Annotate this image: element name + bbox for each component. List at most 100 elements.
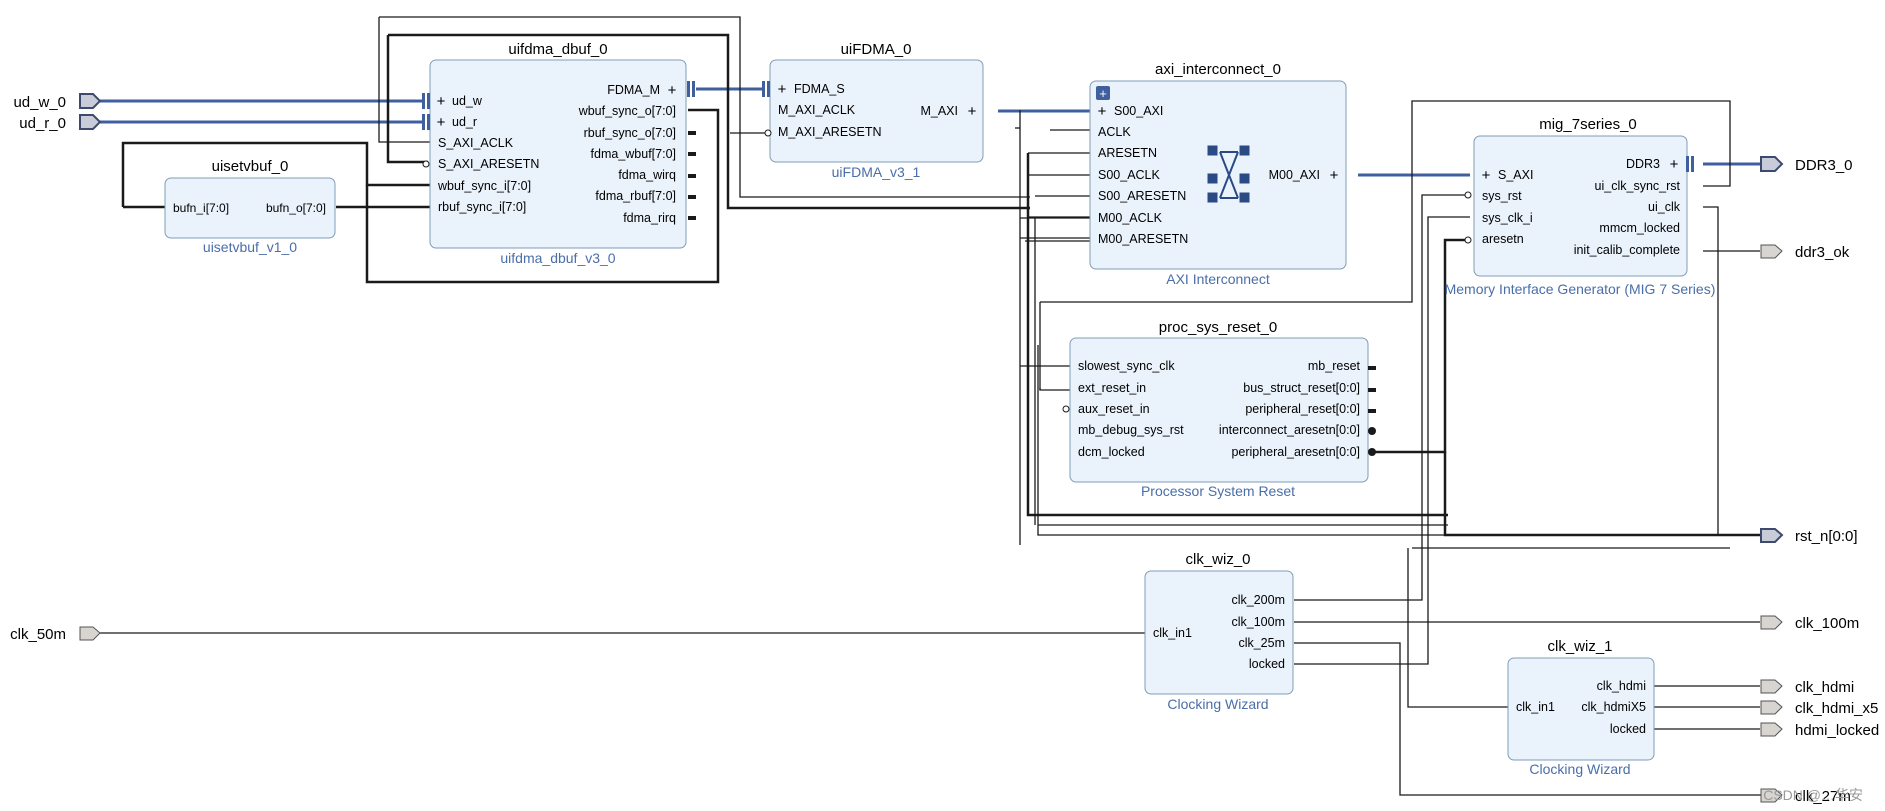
block-uifdma-dbuf[interactable]: uifdma_dbuf_0 ud_w ud_r S_AXI_ACLK S_AXI… xyxy=(429,41,687,266)
pin-label: ACLK xyxy=(1098,125,1131,139)
plus-icon[interactable]: + xyxy=(1098,103,1107,120)
port-rst-n[interactable]: rst_n[0:0] xyxy=(1760,528,1858,545)
plus-icon[interactable]: + xyxy=(437,93,446,110)
port-label-ud-w-0: ud_w_0 xyxy=(13,94,66,111)
port-label-ud-r-0: ud_r_0 xyxy=(19,115,66,132)
block-title: clk_wiz_0 xyxy=(1185,551,1250,568)
plus-icon[interactable]: + xyxy=(1670,156,1679,173)
pin-label: S00_ARESETN xyxy=(1098,189,1186,203)
pin-label: rbuf_sync_i[7:0] xyxy=(438,200,526,214)
pin-label: ext_reset_in xyxy=(1078,381,1146,395)
block-type: uifdma_dbuf_v3_0 xyxy=(500,250,615,266)
pin-label: clk_100m xyxy=(1232,615,1286,629)
port-label-clk-hdmi-x5: clk_hdmi_x5 xyxy=(1795,700,1878,717)
block-type: Memory Interface Generator (MIG 7 Series… xyxy=(1445,281,1716,297)
watermark: CSDN @…华安 xyxy=(1763,787,1863,803)
pin-label: bus_struct_reset[0:0] xyxy=(1243,381,1360,395)
port-ddr3-ok[interactable]: ddr3_ok xyxy=(1760,244,1850,261)
port-ud-w-0[interactable]: ud_w_0 xyxy=(13,93,102,111)
pin-label: S_AXI_ACLK xyxy=(438,136,514,150)
plus-icon[interactable]: + xyxy=(968,103,977,120)
pin-label: M00_ARESETN xyxy=(1098,232,1188,246)
plus-icon: + xyxy=(1099,86,1107,101)
block-type: Processor System Reset xyxy=(1141,483,1295,499)
port-label-hdmi-locked: hdmi_locked xyxy=(1795,722,1879,739)
pin-label: M00_ACLK xyxy=(1098,211,1163,225)
port-clk-hdmi[interactable]: clk_hdmi xyxy=(1760,679,1854,696)
pin-label: wbuf_sync_o[7:0] xyxy=(578,104,676,118)
pin-label: S00_ACLK xyxy=(1098,168,1161,182)
block-type: AXI Interconnect xyxy=(1166,271,1270,287)
port-clk-50m[interactable]: clk_50m xyxy=(10,626,101,643)
pin-label: bufn_o[7:0] xyxy=(266,201,326,215)
plus-icon[interactable]: + xyxy=(668,82,677,99)
pin-label: FDMA_M xyxy=(607,83,660,97)
block-type: Clocking Wizard xyxy=(1167,696,1268,712)
pin-label: fdma_wirq xyxy=(618,168,676,182)
block-uisetvbuf[interactable]: uisetvbuf_0 bufn_i[7:0] bufn_o[7:0] uise… xyxy=(164,158,336,255)
pin-label: aresetn xyxy=(1482,232,1524,246)
port-label-clk-50m: clk_50m xyxy=(10,626,66,643)
pin-label: ARESETN xyxy=(1098,146,1157,160)
pin-label: mb_reset xyxy=(1308,359,1361,373)
pin-label: sys_clk_i xyxy=(1482,211,1533,225)
pin-label: clk_hdmi xyxy=(1597,679,1646,693)
pin-label: interconnect_aresetn[0:0] xyxy=(1219,423,1360,437)
block-uifdma[interactable]: uiFDMA_0 FDMA_S M_AXI_ACLK M_AXI_ARESETN… xyxy=(769,41,984,180)
port-clk-hdmi-x5[interactable]: clk_hdmi_x5 xyxy=(1760,700,1878,717)
pin-label: locked xyxy=(1610,722,1646,736)
pin-label: S00_AXI xyxy=(1114,104,1163,118)
block-clk-wiz-1[interactable]: clk_wiz_1 clk_in1 clk_hdmi clk_hdmiX5 lo… xyxy=(1507,638,1655,777)
pin-label: S_AXI_ARESETN xyxy=(438,157,539,171)
pin-label: slowest_sync_clk xyxy=(1078,359,1175,373)
pin-label: ud_w xyxy=(452,94,483,108)
block-type: uiFDMA_v3_1 xyxy=(832,164,921,180)
pin-label: clk_25m xyxy=(1238,636,1285,650)
plus-icon[interactable]: + xyxy=(1330,167,1339,184)
pin-label: fdma_wbuf[7:0] xyxy=(591,147,676,161)
pin-label: fdma_rirq xyxy=(623,211,676,225)
block-mig[interactable]: mig_7series_0 S_AXI sys_rst sys_clk_i ar… xyxy=(1445,116,1716,297)
pin-label: M00_AXI xyxy=(1269,168,1320,182)
pin-label: peripheral_aresetn[0:0] xyxy=(1231,445,1360,459)
port-ddr3-0[interactable]: DDR3_0 xyxy=(1760,156,1853,174)
pin-label: ud_r xyxy=(452,115,477,129)
pin-label: clk_in1 xyxy=(1153,626,1192,640)
block-type: uisetvbuf_v1_0 xyxy=(203,239,297,255)
pin-label: fdma_rbuf[7:0] xyxy=(595,189,676,203)
port-label-rst-n: rst_n[0:0] xyxy=(1795,528,1858,545)
pin-label: clk_hdmiX5 xyxy=(1581,700,1646,714)
block-title: mig_7series_0 xyxy=(1539,116,1637,133)
pin-label: ui_clk xyxy=(1648,200,1681,214)
plus-icon[interactable]: + xyxy=(1482,167,1491,184)
block-title: uisetvbuf_0 xyxy=(212,158,289,175)
pin-label: peripheral_reset[0:0] xyxy=(1245,402,1360,416)
port-label-clk-hdmi: clk_hdmi xyxy=(1795,679,1854,696)
pin-label: clk_in1 xyxy=(1516,700,1555,714)
block-title: clk_wiz_1 xyxy=(1547,638,1612,655)
block-title: proc_sys_reset_0 xyxy=(1159,319,1277,336)
port-hdmi-locked[interactable]: hdmi_locked xyxy=(1760,722,1879,739)
port-ud-r-0[interactable]: ud_r_0 xyxy=(19,114,102,132)
pin-label: DDR3 xyxy=(1626,157,1660,171)
pin-label: bufn_i[7:0] xyxy=(173,201,229,215)
port-clk-100m[interactable]: clk_100m xyxy=(1760,615,1859,632)
plus-icon[interactable]: + xyxy=(437,114,446,131)
block-design-canvas: ud_w_0 ud_r_0 clk_50m DDR3_0 ddr3_ok rst… xyxy=(10,16,1879,805)
pin-label: FDMA_S xyxy=(794,82,845,96)
block-type: Clocking Wizard xyxy=(1529,761,1630,777)
block-clk-wiz-0[interactable]: clk_wiz_0 clk_in1 clk_200m clk_100m clk_… xyxy=(1144,551,1294,712)
pin-label: sys_rst xyxy=(1482,189,1522,203)
pin-label: mmcm_locked xyxy=(1599,221,1680,235)
block-proc-sys-reset[interactable]: proc_sys_reset_0 slowest_sync_clk ext_re… xyxy=(1069,319,1369,499)
pin-label: rbuf_sync_o[7:0] xyxy=(584,126,676,140)
pin-label: mb_debug_sys_rst xyxy=(1078,423,1184,437)
pin-label: M_AXI_ARESETN xyxy=(778,125,882,139)
pin-label: aux_reset_in xyxy=(1078,402,1150,416)
pin-label: M_AXI xyxy=(920,104,958,118)
pin-label: dcm_locked xyxy=(1078,445,1145,459)
plus-icon[interactable]: + xyxy=(778,81,787,98)
block-axi-interconnect[interactable]: axi_interconnect_0 + S00_AXI ACLK ARESET… xyxy=(1089,61,1347,287)
block-title: uifdma_dbuf_0 xyxy=(508,41,607,58)
pin-label: ui_clk_sync_rst xyxy=(1595,179,1681,193)
